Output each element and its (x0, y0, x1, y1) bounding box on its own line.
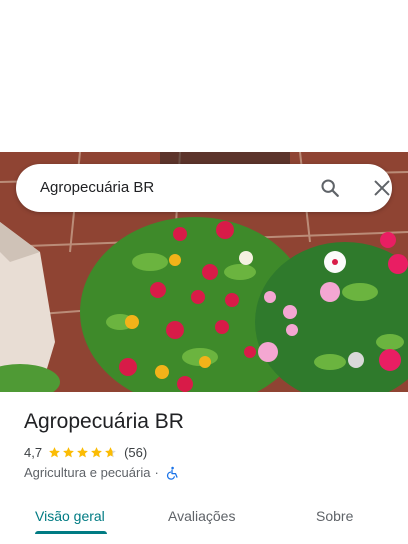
place-title: Agropecuária BR (24, 410, 184, 433)
active-tab-indicator (35, 531, 107, 534)
separator-dot: · (154, 465, 159, 480)
tab-overview[interactable]: Visão geral (35, 508, 105, 524)
rating-row[interactable]: 4,7 (56) (24, 445, 147, 460)
review-count: (56) (124, 445, 148, 460)
map-area-blank (0, 0, 408, 152)
wheelchair-accessible-icon (166, 466, 178, 480)
star-icon (91, 447, 102, 458)
rating-value: 4,7 (24, 445, 43, 460)
category-row: Agricultura e pecuária · (24, 465, 179, 480)
search-input[interactable]: Agropecuária BR (40, 179, 154, 196)
star-icon (49, 447, 60, 458)
tab-about[interactable]: Sobre (316, 508, 353, 524)
star-icon (77, 447, 88, 458)
tab-bar: Visão geral Avaliações Sobre (0, 496, 408, 544)
close-icon[interactable] (371, 177, 393, 199)
rating-stars (48, 446, 118, 459)
place-info-panel: Agropecuária BR 4,7 (56) Agricultura e p… (0, 392, 408, 544)
star-icon (105, 447, 116, 458)
star-icon (63, 447, 74, 458)
search-icon[interactable] (319, 177, 341, 199)
search-bar[interactable]: Agropecuária BR (16, 164, 392, 212)
place-category: Agricultura e pecuária (24, 465, 151, 480)
tab-reviews[interactable]: Avaliações (168, 508, 235, 524)
